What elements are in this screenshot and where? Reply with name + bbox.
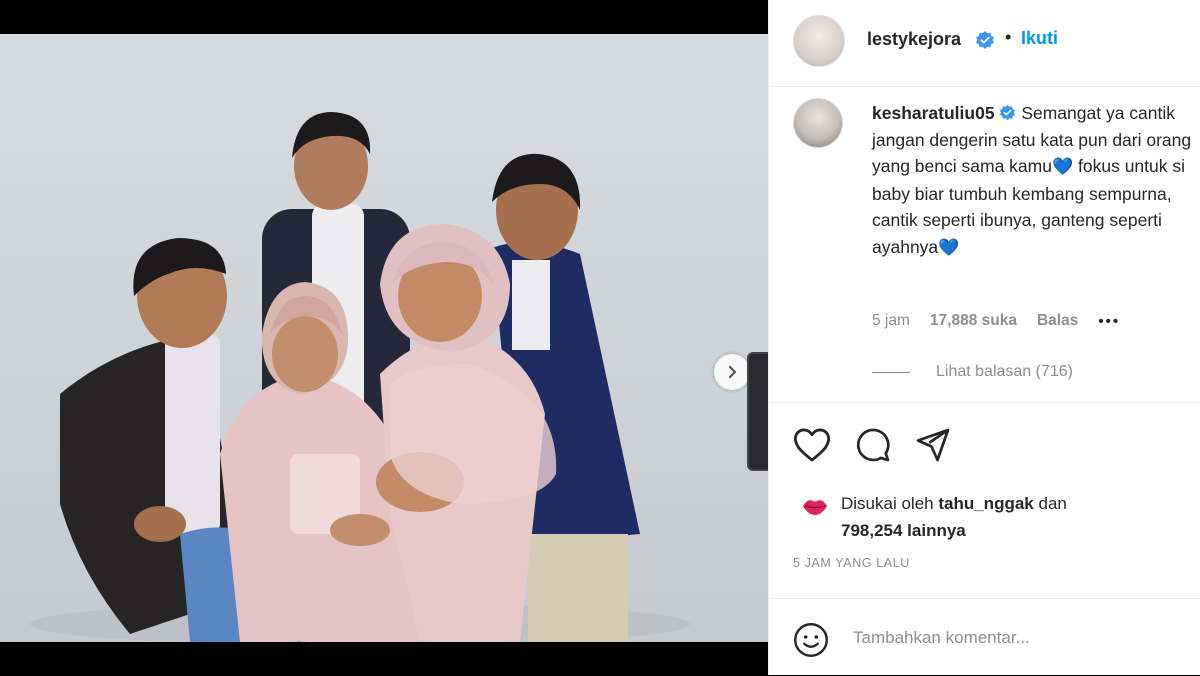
comment-likes[interactable]: 17,888 suka	[930, 312, 1017, 330]
carousel-indicator	[296, 641, 313, 642]
likes-text: Disukai oleh tahu_nggak dan 798,254 lain…	[841, 490, 1067, 544]
comment-time[interactable]: 5 jam	[872, 312, 910, 330]
likes-prefix: Disukai oleh	[841, 494, 934, 513]
post-timestamp[interactable]: 5 JAM YANG LALU	[793, 556, 910, 570]
comment-text: kesharatuliu05 Semangat ya cantik jangan…	[872, 100, 1200, 261]
liked-by-user[interactable]: tahu_nggak	[938, 494, 1033, 513]
likes-conj: dan	[1038, 494, 1067, 513]
comment-icon[interactable]	[855, 427, 891, 463]
commenter-username[interactable]: kesharatuliu05	[872, 103, 995, 123]
comment-options-button[interactable]: •••	[1098, 313, 1120, 330]
comment-meta: 5 jam 17,888 suka Balas •••	[872, 312, 1120, 330]
family-photo-illustration	[30, 112, 690, 642]
phone-edge-decoration	[747, 352, 768, 471]
lips-icon	[803, 500, 827, 515]
likes-summary: Disukai oleh tahu_nggak dan 798,254 lain…	[801, 490, 1067, 544]
action-bar	[769, 402, 1200, 487]
emoji-icon[interactable]	[793, 622, 829, 658]
reply-button[interactable]: Balas	[1037, 312, 1078, 330]
post-media	[0, 0, 768, 675]
add-comment-bar	[769, 598, 1200, 676]
view-replies-label: Lihat balasan (716)	[936, 363, 1073, 380]
separator-dot: •	[1005, 27, 1012, 47]
post-header: lestykejora • Ikuti	[769, 0, 1200, 87]
verified-badge-icon	[1000, 104, 1016, 121]
post-photo[interactable]	[0, 34, 768, 642]
replies-divider-line	[872, 371, 910, 373]
post-panel: lestykejora • Ikuti kesharatuliu05 Seman…	[768, 0, 1200, 675]
heart-icon[interactable]	[793, 427, 831, 463]
chevron-right-icon	[728, 365, 737, 379]
view-replies-button[interactable]: Lihat balasan (716)	[872, 363, 1073, 381]
add-comment-input[interactable]	[851, 619, 1175, 657]
carousel-dot-active	[296, 641, 302, 642]
commenter-avatar[interactable]	[793, 98, 843, 148]
verified-badge-icon	[976, 31, 994, 49]
share-icon[interactable]	[915, 427, 951, 463]
blue-heart-emoji: 💙	[938, 237, 960, 257]
carousel-dot	[307, 641, 313, 642]
blue-heart-emoji: 💙	[1051, 157, 1074, 176]
likes-count[interactable]: 798,254 lainnya	[841, 521, 966, 540]
owner-avatar[interactable]	[793, 15, 845, 67]
next-photo-button[interactable]	[714, 354, 750, 390]
owner-username[interactable]: lestykejora	[867, 29, 961, 50]
follow-button[interactable]: Ikuti	[1021, 28, 1058, 49]
